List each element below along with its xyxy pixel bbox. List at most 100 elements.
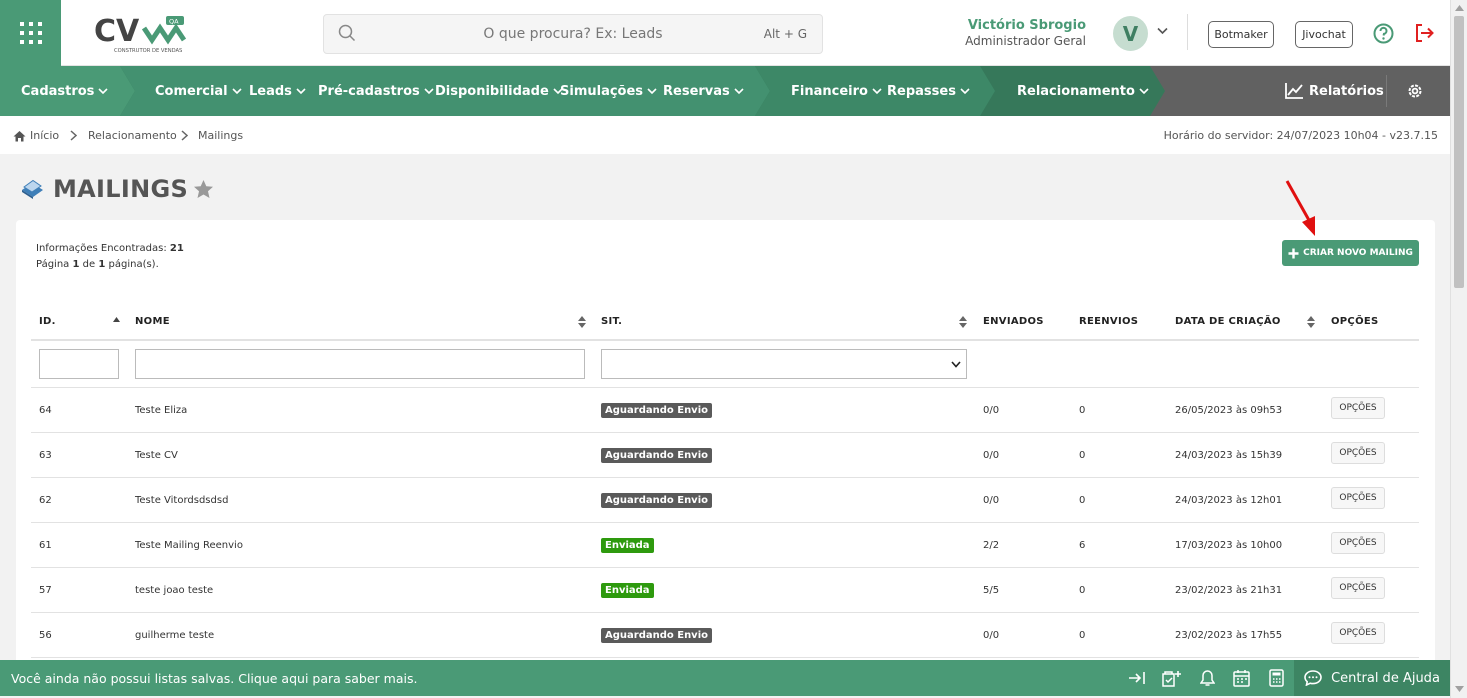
col-header-id[interactable]: ID.: [39, 316, 56, 327]
nav-financeiro[interactable]: Financeiro: [791, 66, 882, 116]
cell-sent: 5/5: [983, 585, 1000, 596]
nav-simulacoes[interactable]: Simulações: [560, 66, 657, 116]
pagination-line: Página 1 de 1 página(s).: [36, 257, 184, 273]
pagination-current: 1: [72, 259, 80, 270]
nav-repasses[interactable]: Repasses: [887, 66, 970, 116]
breadcrumb-home-label: Início: [30, 129, 60, 142]
cell-date: 26/05/2023 às 09h53: [1175, 405, 1283, 416]
chevron-down-icon: [951, 361, 961, 368]
header-divider: [1187, 14, 1188, 50]
search-placeholder: O que procura? Ex: Leads: [483, 26, 663, 42]
server-time: Horário do servidor: 24/07/2023 10h04 - …: [1163, 129, 1438, 142]
name-filter-input[interactable]: [135, 349, 585, 379]
cell-resends: 0: [1079, 450, 1086, 461]
cv-logo[interactable]: CV QA CONSTRUTOR DE VENDAS: [94, 14, 190, 56]
id-filter-input[interactable]: [39, 349, 119, 379]
jivochat-button[interactable]: Jivochat: [1295, 21, 1353, 48]
nav-relacionamento[interactable]: Relacionamento: [1017, 66, 1149, 116]
bell-icon[interactable]: [1200, 669, 1215, 687]
cell-sent: 0/0: [983, 405, 1000, 416]
botmaker-button[interactable]: Botmaker: [1208, 21, 1274, 48]
chevron-down-icon: [734, 87, 744, 94]
cell-resends: 0: [1079, 405, 1086, 416]
cell-resends: 0: [1079, 495, 1086, 506]
nav-label: Pré-cadastros: [318, 83, 420, 99]
nav-label: Leads: [249, 83, 292, 99]
logout-icon[interactable]: [1413, 22, 1435, 44]
help-icon[interactable]: [1373, 23, 1394, 44]
page-scrollbar[interactable]: [1450, 0, 1467, 698]
options-button[interactable]: OPÇÕES: [1331, 397, 1385, 419]
nav-leads[interactable]: Leads: [249, 66, 306, 116]
nav-comercial[interactable]: Comercial: [155, 66, 242, 116]
cell-id: 63: [39, 450, 52, 461]
chevron-down-icon[interactable]: [1157, 27, 1168, 35]
calendar-icon[interactable]: [1233, 669, 1250, 687]
cell-name: Teste CV: [135, 450, 178, 461]
table-row: 63 Teste CV Aguardando Envio 0/0 0 24/03…: [31, 433, 1419, 478]
user-name[interactable]: Victório Sbrogio: [968, 18, 1086, 33]
help-center-button[interactable]: Central de Ajuda: [1294, 660, 1450, 696]
nav-label: Relacionamento: [1017, 83, 1135, 99]
sort-icon[interactable]: [959, 316, 967, 328]
nav-label: Cadastros: [21, 83, 95, 99]
create-mailing-button[interactable]: CRIAR NOVO MAILING: [1282, 240, 1419, 266]
cell-name: Teste Vitordsdsdsd: [135, 495, 229, 506]
nav-label: Comercial: [155, 83, 228, 99]
col-header-name[interactable]: NOME: [135, 316, 170, 327]
cell-sent: 2/2: [983, 540, 1000, 551]
star-icon[interactable]: [193, 179, 214, 199]
chevron-right-icon: [181, 130, 188, 141]
pagination-mid: de: [82, 259, 96, 270]
home-icon: [13, 130, 26, 141]
status-badge: Enviada: [601, 583, 654, 598]
chevron-down-icon: [232, 87, 242, 94]
nav-reservas[interactable]: Reservas: [663, 66, 744, 116]
sort-asc-icon[interactable]: [113, 317, 120, 322]
logo-subtitle: CONSTRUTOR DE VENDAS: [114, 48, 182, 54]
top-header: CV QA CONSTRUTOR DE VENDAS O que procura…: [0, 0, 1450, 66]
breadcrumb-home[interactable]: Início: [13, 129, 59, 142]
scrollbar-thumb[interactable]: [1454, 16, 1464, 288]
logo-badge: QA: [169, 18, 179, 26]
scroll-down-icon[interactable]: [1455, 686, 1464, 692]
add-to-list-icon[interactable]: [1161, 669, 1183, 688]
scroll-up-icon[interactable]: [1455, 5, 1464, 11]
options-button[interactable]: OPÇÕES: [1331, 622, 1385, 644]
saved-lists-message[interactable]: Você ainda não possui listas salvas. Cli…: [11, 671, 417, 686]
cell-date: 24/03/2023 às 12h01: [1175, 495, 1283, 506]
global-search[interactable]: O que procura? Ex: Leads Alt + G: [323, 14, 823, 54]
cell-resends: 0: [1079, 630, 1086, 641]
col-header-status[interactable]: SIT.: [601, 316, 622, 327]
breadcrumb: Início Relacionamento Mailings Horário d…: [0, 116, 1450, 154]
col-header-sent: ENVIADOS: [983, 316, 1044, 327]
col-header-resends: REENVIOS: [1079, 316, 1139, 327]
calculator-icon[interactable]: [1269, 669, 1284, 687]
cell-id: 64: [39, 405, 52, 416]
options-button[interactable]: OPÇÕES: [1331, 532, 1385, 554]
gear-icon[interactable]: [1406, 82, 1424, 100]
cell-date: 23/02/2023 às 21h31: [1175, 585, 1283, 596]
avatar[interactable]: V: [1113, 16, 1148, 51]
collapse-icon[interactable]: [1128, 671, 1146, 685]
options-button[interactable]: OPÇÕES: [1331, 442, 1385, 464]
nav-pre-cadastros[interactable]: Pré-cadastros: [318, 66, 434, 116]
plus-icon: [1288, 248, 1299, 258]
cell-name: guilherme teste: [135, 630, 215, 641]
sort-icon[interactable]: [578, 316, 586, 328]
apps-grid-button[interactable]: [0, 0, 61, 66]
nav-disponibilidade[interactable]: Disponibilidade: [435, 66, 563, 116]
col-header-date[interactable]: DATA DE CRIAÇÃO: [1175, 316, 1281, 327]
options-button[interactable]: OPÇÕES: [1331, 577, 1385, 599]
create-mailing-label: CRIAR NOVO MAILING: [1303, 248, 1413, 258]
cell-date: 17/03/2023 às 10h00: [1175, 540, 1283, 551]
nav-cadastros[interactable]: Cadastros: [21, 66, 109, 116]
col-header-options: OPÇÕES: [1331, 316, 1379, 327]
status-filter-select[interactable]: [601, 349, 967, 379]
sort-icon[interactable]: [1307, 316, 1315, 328]
options-button[interactable]: OPÇÕES: [1331, 487, 1385, 509]
nav-reports[interactable]: Relatórios: [1284, 66, 1384, 116]
cell-sent: 0/0: [983, 450, 1000, 461]
results-count-line: Informações Encontradas: 21: [36, 241, 184, 257]
breadcrumb-relacionamento[interactable]: Relacionamento: [88, 129, 177, 142]
